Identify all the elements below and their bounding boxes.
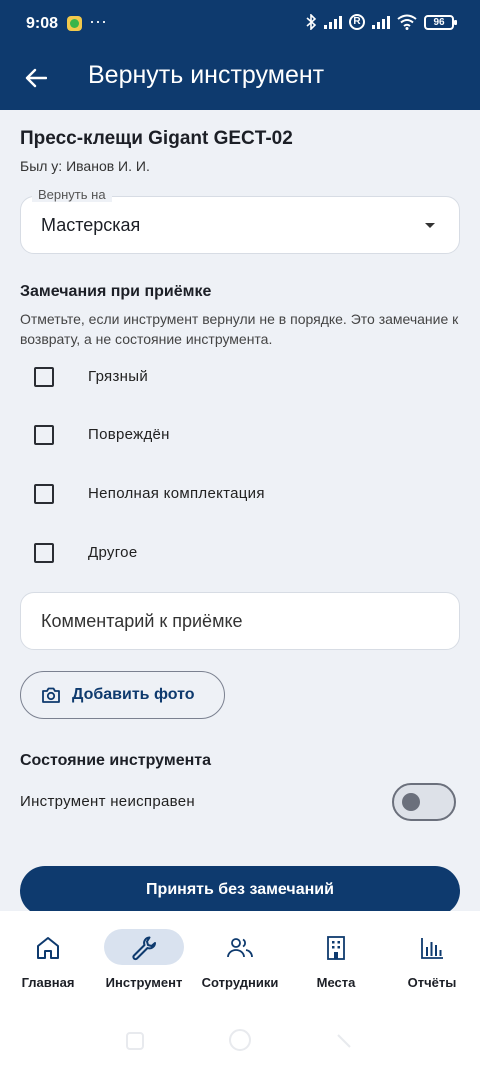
nav-label: Отчёты bbox=[407, 975, 457, 990]
remarks-hint: Отметьте, если инструмент вернули не в п… bbox=[20, 311, 459, 347]
status-time: 9:08 bbox=[26, 15, 59, 32]
nav-label: Сотрудники bbox=[201, 975, 279, 990]
remark-option-damaged[interactable]: Повреждён bbox=[20, 410, 460, 460]
tool-holder: Был у: Иванов И. И. bbox=[20, 158, 150, 174]
nav-item-home[interactable]: Главная bbox=[0, 925, 96, 1005]
home-icon bbox=[37, 937, 59, 959]
home-system-icon[interactable] bbox=[229, 1029, 251, 1051]
remark-option-dirty[interactable]: Грязный bbox=[20, 352, 460, 402]
checkbox[interactable] bbox=[34, 543, 54, 563]
remark-option-incomplete[interactable]: Неполная комплектация bbox=[20, 469, 460, 519]
notification-app-icon bbox=[67, 16, 82, 31]
checkbox[interactable] bbox=[34, 425, 54, 445]
people-icon bbox=[227, 938, 253, 958]
nav-item-reports[interactable]: Отчёты bbox=[384, 925, 480, 1005]
toggle-knob bbox=[402, 793, 420, 811]
app-header: 9:08 ··· R 96 Вернуть инструмент bbox=[0, 0, 480, 110]
accept-without-remarks-button[interactable]: Принять без замечаний bbox=[20, 866, 460, 916]
return-to-select[interactable]: Мастерская bbox=[20, 196, 460, 254]
checkbox[interactable] bbox=[34, 367, 54, 387]
dropdown-arrow-icon bbox=[425, 223, 435, 228]
wrench-icon bbox=[132, 936, 156, 961]
checkbox[interactable] bbox=[34, 484, 54, 504]
condition-title: Состояние инструмента bbox=[20, 752, 211, 769]
comment-input[interactable]: Комментарий к приёмке bbox=[20, 592, 460, 650]
system-gesture-bar bbox=[126, 1029, 351, 1051]
bar-chart-icon bbox=[421, 938, 443, 959]
comment-placeholder: Комментарий к приёмке bbox=[41, 611, 243, 631]
checkbox-label: Грязный bbox=[88, 368, 148, 385]
return-to-value: Мастерская bbox=[41, 215, 141, 235]
app-bar: Вернуть инструмент bbox=[0, 48, 480, 110]
remarks-title: Замечания при приёмке bbox=[20, 283, 212, 300]
signal-icon bbox=[324, 15, 342, 29]
wifi-icon bbox=[397, 14, 417, 30]
nav-item-places[interactable]: Места bbox=[288, 925, 384, 1005]
checkbox-label: Другое bbox=[88, 544, 138, 561]
nav-label: Инструмент bbox=[105, 975, 183, 990]
add-photo-button[interactable]: Добавить фото bbox=[20, 671, 225, 719]
status-bar: 9:08 ··· R 96 bbox=[0, 0, 480, 48]
back-system-icon[interactable] bbox=[337, 1034, 351, 1048]
status-icons: R 96 bbox=[305, 14, 457, 30]
signal-2-icon bbox=[372, 15, 390, 29]
nav-item-tools[interactable]: Инструмент bbox=[96, 925, 192, 1005]
nav-item-employees[interactable]: Сотрудники bbox=[192, 925, 288, 1005]
faulty-toggle[interactable] bbox=[392, 783, 456, 821]
nav-label: Главная bbox=[21, 975, 75, 990]
battery-icon: 96 bbox=[424, 14, 457, 30]
page-title: Вернуть инструмент bbox=[88, 61, 325, 89]
building-icon bbox=[327, 936, 345, 960]
arrow-back-icon bbox=[25, 68, 47, 88]
return-to-label: Вернуть на bbox=[32, 187, 112, 202]
checkbox-label: Повреждён bbox=[88, 426, 170, 443]
bluetooth-icon bbox=[306, 14, 317, 30]
roaming-icon: R bbox=[349, 14, 365, 30]
camera-icon bbox=[42, 687, 60, 703]
checkbox-label: Неполная комплектация bbox=[88, 485, 265, 502]
nav-label: Места bbox=[316, 975, 356, 990]
recents-icon[interactable] bbox=[126, 1032, 144, 1050]
tool-name: Пресс-клещи Gigant GECT-02 bbox=[20, 128, 293, 149]
remark-option-other[interactable]: Другое bbox=[20, 528, 460, 578]
back-button[interactable] bbox=[20, 62, 52, 94]
more-notifications-icon: ··· bbox=[89, 11, 107, 31]
faulty-label: Инструмент неисправен bbox=[20, 793, 195, 810]
add-photo-label: Добавить фото bbox=[72, 686, 195, 703]
